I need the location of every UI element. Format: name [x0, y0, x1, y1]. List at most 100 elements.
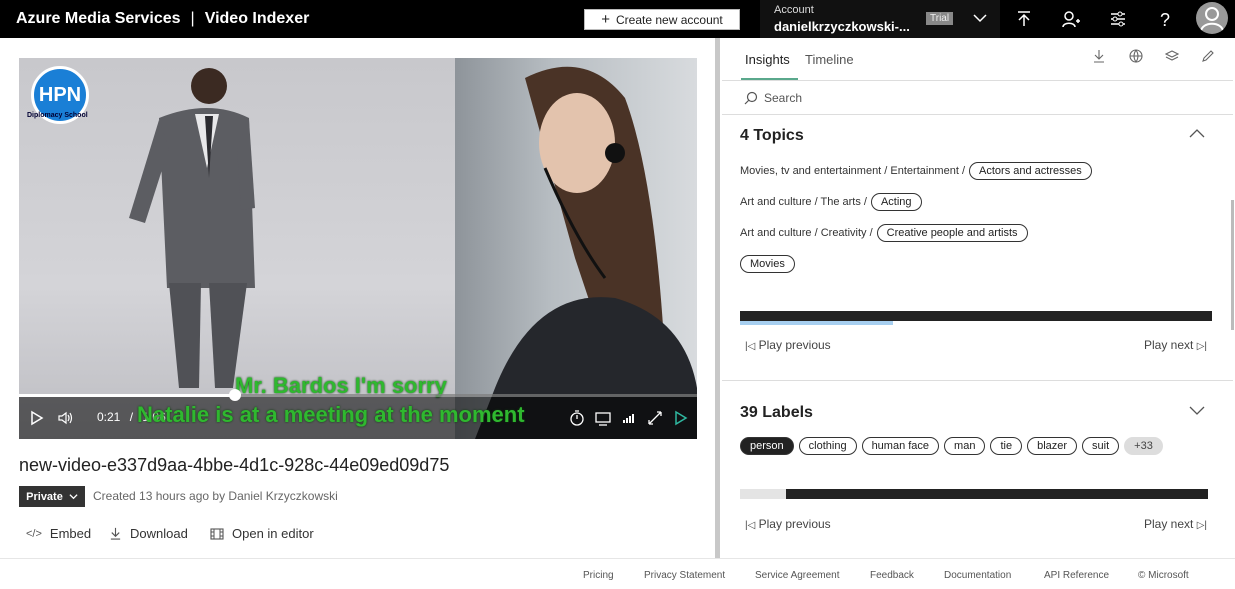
topic-tag[interactable]: Actors and actresses	[969, 162, 1092, 180]
footer-copyright: © Microsoft	[1138, 570, 1189, 581]
seek-played	[19, 394, 235, 397]
skip-forward-icon: ▷|	[1196, 520, 1207, 531]
account-switcher[interactable]: Account danielkrzyczkowski-... Trial	[760, 0, 1000, 38]
tab-insights[interactable]: Insights	[745, 52, 790, 67]
download-icon[interactable]	[1092, 49, 1106, 63]
video-player[interactable]: HPN Diplomacy School Mr. Bardos I'm sorr…	[19, 58, 697, 439]
skip-back-icon: |◁	[745, 341, 756, 352]
tabs-divider	[722, 80, 1233, 81]
topic-row: Movies, tv and entertainment / Entertain…	[740, 162, 1092, 180]
current-time: 0:21	[97, 410, 121, 424]
next-scene-icon[interactable]	[673, 410, 689, 426]
play-previous-label: Play previous	[758, 517, 831, 531]
add-user-icon[interactable]	[1061, 9, 1081, 29]
play-previous-label: Play previous	[758, 338, 831, 352]
caption-line-2: Natalie is at a meeting at the moment	[137, 402, 525, 427]
footer-link-service-agreement[interactable]: Service Agreement	[755, 570, 840, 581]
insights-scrollbar[interactable]	[1231, 200, 1234, 330]
labels-timeline[interactable]	[786, 489, 1208, 499]
video-title: new-video-e337d9aa-4bbe-4d1c-928c-44e09e…	[19, 455, 450, 475]
topics-play-next[interactable]: Play next ▷|	[1144, 338, 1207, 352]
panel-divider[interactable]	[715, 38, 720, 558]
settings-icon[interactable]	[1108, 9, 1128, 29]
quality-icon[interactable]	[621, 410, 637, 426]
brand[interactable]: Azure Media Services | Video Indexer	[16, 10, 309, 28]
label-tag[interactable]: man	[944, 437, 986, 455]
volume-icon[interactable]	[57, 410, 73, 426]
labels-title: 39 Labels	[740, 404, 813, 421]
search-placeholder: Search	[764, 91, 803, 105]
embed-button[interactable]: </> Embed	[26, 526, 91, 541]
help-icon[interactable]: ?	[1155, 9, 1175, 29]
download-button[interactable]: Download	[109, 526, 188, 541]
skip-back-icon: |◁	[745, 520, 756, 531]
plus-icon: +	[601, 11, 611, 28]
topic-tag[interactable]: Acting	[870, 193, 922, 211]
footer-link-pricing[interactable]: Pricing	[583, 570, 614, 581]
chevron-down-icon	[69, 494, 78, 500]
search-divider	[722, 114, 1233, 115]
woman-figure	[475, 66, 697, 439]
open-editor-button[interactable]: Open in editor	[210, 526, 314, 541]
chevron-down-icon[interactable]	[1188, 404, 1206, 416]
account-name: danielkrzyczkowski-...	[774, 19, 910, 34]
footer-link-documentation[interactable]: Documentation	[944, 570, 1011, 581]
upload-icon[interactable]	[1014, 9, 1034, 29]
chevron-up-icon[interactable]	[1188, 127, 1206, 139]
tab-timeline[interactable]: Timeline	[805, 52, 854, 67]
topic-path: Movies, tv and entertainment / Entertain…	[740, 165, 966, 177]
label-tag[interactable]: clothing	[798, 437, 857, 455]
create-account-label: Create new account	[616, 12, 723, 27]
privacy-label: Private	[26, 490, 63, 503]
seek-bar[interactable]	[19, 389, 697, 401]
skip-forward-icon: ▷|	[1196, 341, 1207, 352]
fullscreen-icon[interactable]	[647, 410, 663, 426]
topic-path: Art and culture / Creativity /	[740, 227, 873, 239]
download-icon	[110, 527, 121, 540]
open-editor-label: Open in editor	[232, 526, 314, 541]
label-tag[interactable]: blazer	[1027, 437, 1078, 455]
search-icon	[744, 91, 758, 105]
created-info: Created 13 hours ago by Daniel Krzyczkow…	[93, 489, 338, 503]
topic-row: Movies	[740, 255, 795, 273]
footer-link-privacy[interactable]: Privacy Statement	[644, 570, 725, 581]
label-tag-selected[interactable]: person	[740, 437, 794, 455]
topics-timeline-highlight	[740, 321, 893, 325]
labels-play-previous[interactable]: |◁ Play previous	[745, 517, 831, 531]
playback-speed-icon[interactable]	[569, 410, 585, 426]
label-tag[interactable]: human face	[861, 437, 940, 455]
labels-play-next[interactable]: Play next ▷|	[1144, 517, 1207, 531]
edit-icon[interactable]	[1201, 49, 1215, 63]
logo-text: HPN	[38, 83, 82, 106]
create-account-button[interactable]: + Create new account	[584, 9, 740, 30]
labels-timeline-gap	[740, 489, 786, 499]
download-label: Download	[130, 526, 188, 541]
labels-list: person clothing human face man tie blaze…	[740, 437, 1163, 455]
topics-play-previous[interactable]: |◁ Play previous	[745, 338, 831, 352]
logo-subtext: Diplomacy School	[27, 112, 88, 119]
top-bar: Azure Media Services | Video Indexer + Cre…	[0, 0, 1235, 38]
topics-title: 4 Topics	[740, 127, 804, 144]
topic-tag[interactable]: Creative people and artists	[876, 224, 1028, 242]
layers-icon[interactable]	[1165, 49, 1179, 63]
label-tag[interactable]: tie	[990, 437, 1023, 455]
footer-link-feedback[interactable]: Feedback	[870, 570, 914, 581]
user-icon	[1200, 7, 1224, 33]
privacy-dropdown[interactable]: Private	[19, 486, 85, 507]
play-icon[interactable]	[29, 410, 45, 426]
topic-path: Art and culture / The arts /	[740, 196, 867, 208]
brand-name: Azure Media Services	[16, 10, 181, 27]
brand-separator: |	[190, 10, 195, 27]
topic-tag[interactable]: Movies	[740, 255, 795, 273]
insights-search[interactable]: Search	[744, 91, 802, 105]
globe-icon[interactable]	[1129, 49, 1143, 63]
footer-link-api-reference[interactable]: API Reference	[1044, 570, 1109, 581]
captions-icon[interactable]	[595, 410, 611, 426]
label-tag[interactable]: suit	[1082, 437, 1120, 455]
topics-timeline[interactable]	[740, 311, 1212, 321]
seek-handle[interactable]	[228, 389, 241, 401]
section-divider	[722, 380, 1233, 381]
svg-text:?: ?	[1160, 10, 1170, 29]
more-labels-button[interactable]: +33	[1124, 437, 1163, 455]
avatar[interactable]	[1196, 2, 1228, 34]
